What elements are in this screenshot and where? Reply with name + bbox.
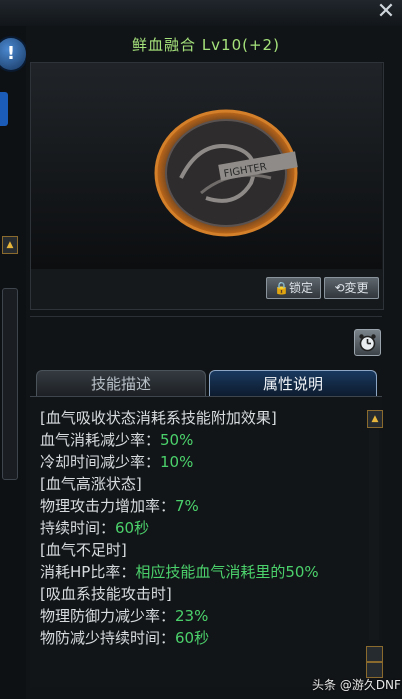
clock-button[interactable]: [354, 329, 381, 356]
clock-icon: [359, 334, 376, 352]
lock-button[interactable]: 🔒锁定: [266, 277, 321, 299]
close-icon[interactable]: ✕: [376, 1, 396, 23]
change-button[interactable]: ⟲変更: [324, 277, 379, 299]
refresh-icon: ⟲: [334, 281, 345, 295]
skill-art: FIGHTER: [31, 63, 382, 269]
scroll-track[interactable]: [369, 430, 379, 640]
window-title-bar: [0, 0, 402, 27]
lock-icon: 🔒: [274, 281, 289, 295]
side-tab-marker[interactable]: [0, 92, 8, 126]
scroll-thumb[interactable]: [366, 646, 383, 662]
attribute-section-header: [血气高涨状态]: [40, 475, 142, 493]
rail-scrollbar[interactable]: [2, 288, 18, 480]
attribute-section-header: [血气吸收状态消耗系技能附加效果]: [40, 409, 277, 427]
game-logo-icon: FIGHTER: [154, 109, 298, 237]
attribute-section-header: [血气不足时]: [40, 541, 127, 559]
attribute-row: 消耗HP比率：相应技能血气消耗里的50%: [40, 563, 319, 581]
tab-skill-description[interactable]: 技能描述: [36, 370, 206, 397]
divider: [30, 316, 382, 317]
attribute-row: 物理防御力减少率：23%: [40, 607, 209, 625]
attribute-row: 持续时间：60秒: [40, 519, 150, 537]
attribute-row: 物理攻击力增加率：7%: [40, 497, 199, 515]
attribute-row: 物防减少持续时间：60秒: [40, 629, 210, 647]
attribute-section-header: [吸血系技能攻击时]: [40, 585, 172, 603]
attribute-row: 冷却时间减少率：10%: [40, 453, 194, 471]
attribute-row: 血气消耗减少率：50%: [40, 431, 194, 449]
watermark: 头条 @游久DNF: [312, 678, 401, 692]
scroll-up-icon[interactable]: ▲: [367, 410, 383, 428]
tab-attribute-info[interactable]: 属性说明: [209, 370, 377, 397]
skill-title: 鲜血融合 Lv10(+2): [132, 36, 280, 54]
rail-scroll-up-icon[interactable]: ▲: [2, 236, 18, 254]
